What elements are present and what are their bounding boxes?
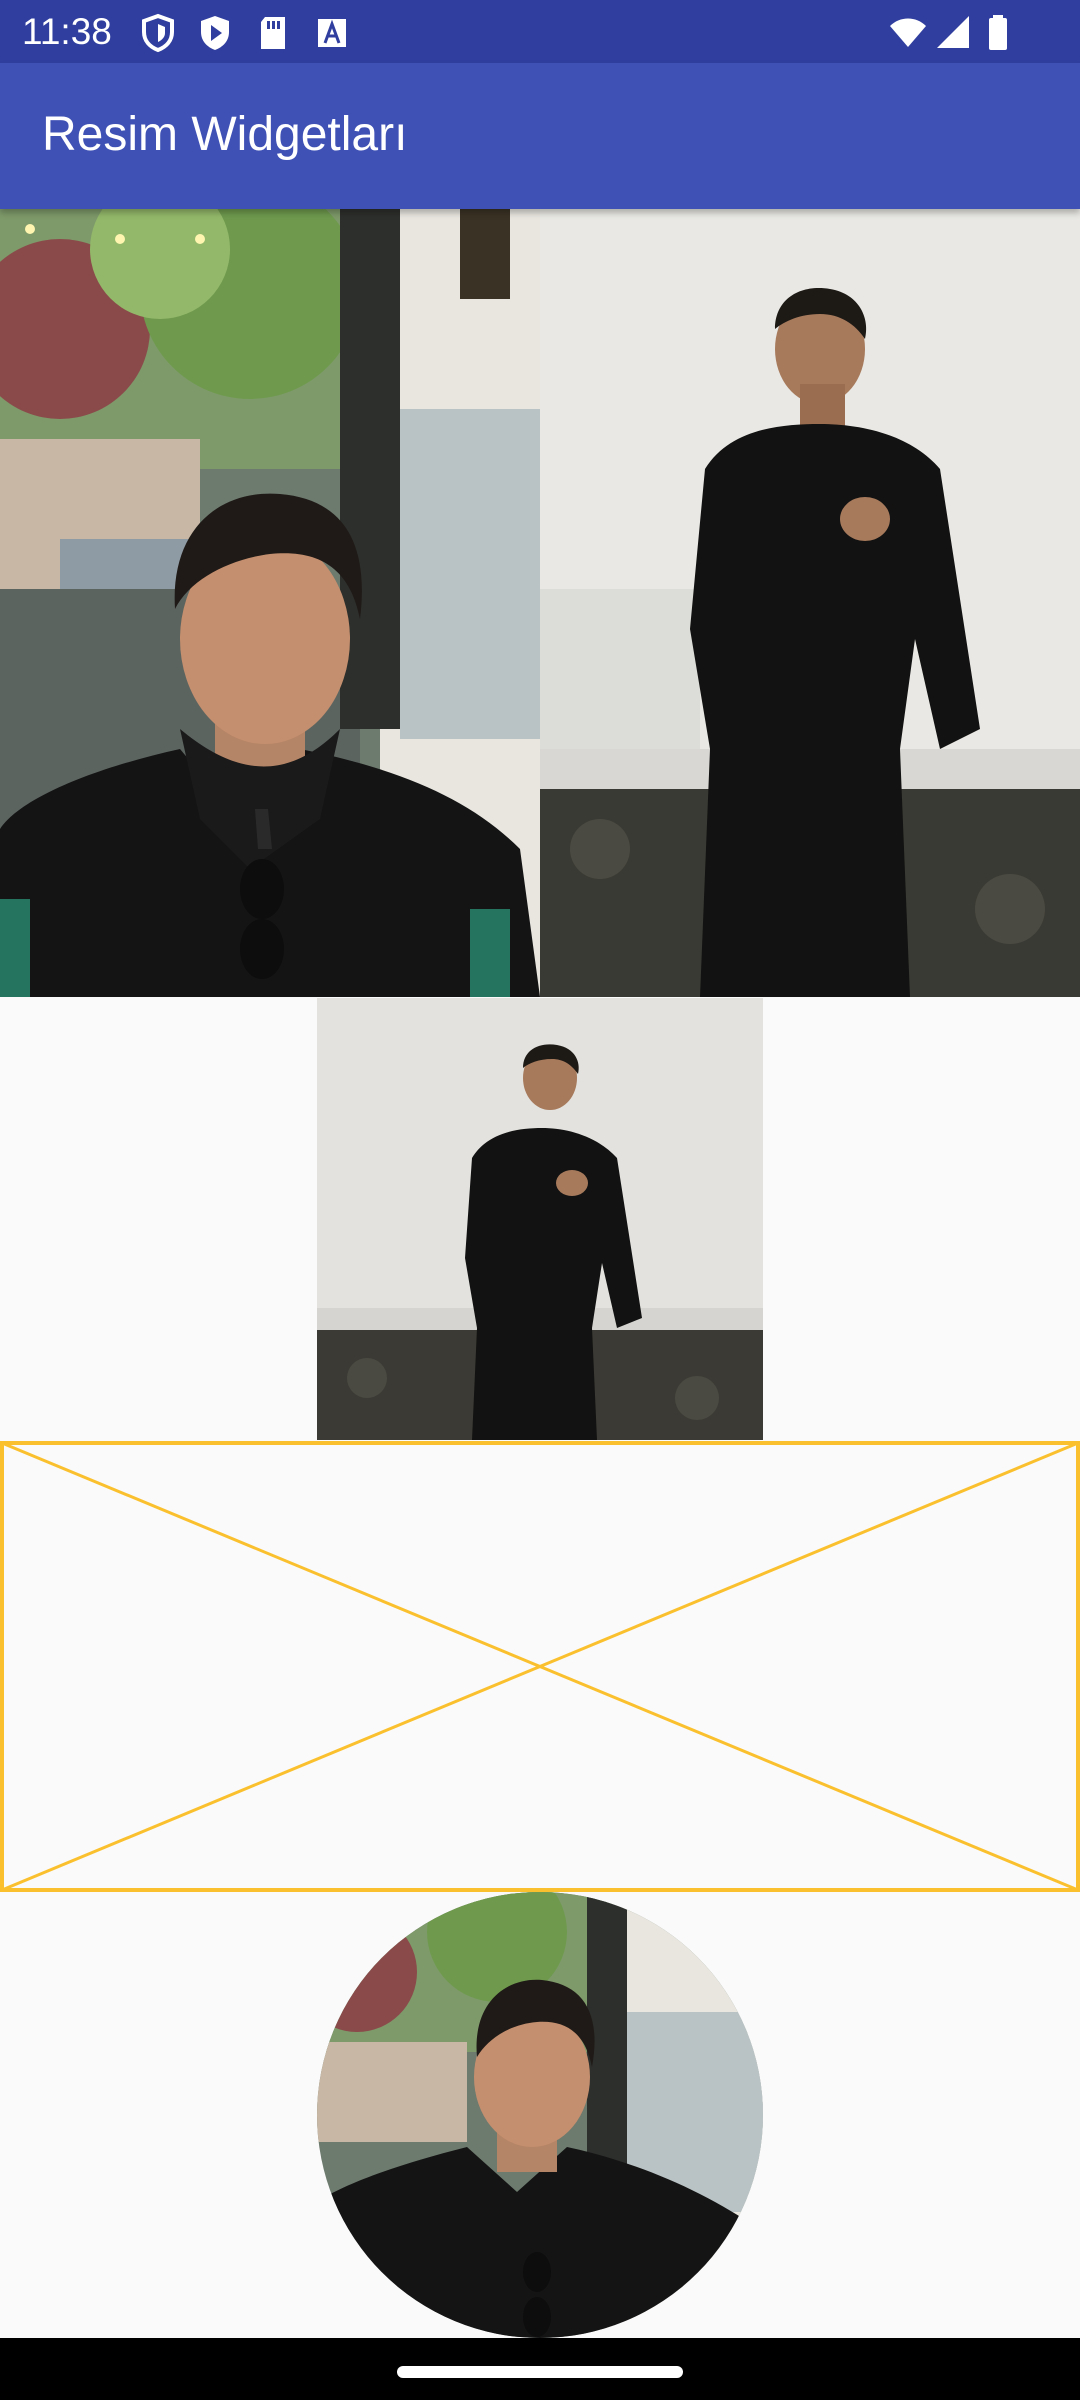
photo-man-wall: [540, 209, 1080, 997]
cellular-signal-icon: [933, 13, 973, 51]
photo-man-wall-small: [317, 998, 763, 1440]
text-a-icon: [312, 13, 352, 51]
play-store-icon: [195, 13, 235, 51]
navigation-bar: [0, 2338, 1080, 2400]
app-bar: Resim Widgetları: [0, 63, 1080, 209]
battery-icon: [978, 13, 1018, 51]
app-bar-title: Resim Widgetları: [42, 108, 408, 161]
status-bar: 11:38: [0, 0, 1080, 63]
photo-man-cafe: [0, 209, 540, 997]
home-gesture-handle[interactable]: [397, 2366, 683, 2378]
circle-avatar: [317, 1892, 763, 2338]
shield-icon: [138, 13, 178, 53]
wifi-icon: [888, 13, 928, 51]
status-time: 11:38: [22, 11, 112, 52]
sd-card-icon: [253, 13, 293, 51]
screen: 11:38 Resim Widgetları: [0, 0, 1080, 2400]
placeholder: [0, 1441, 1080, 1892]
